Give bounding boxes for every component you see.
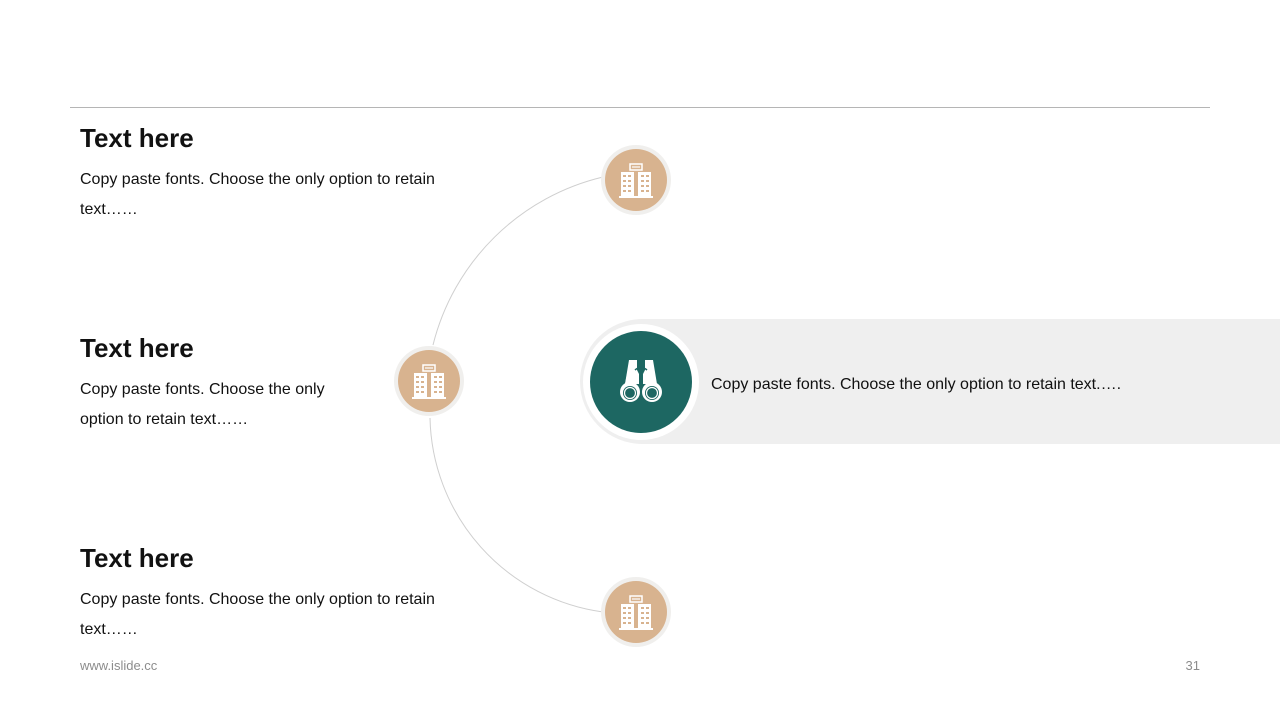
- highlight-text: Copy paste fonts. Choose the only option…: [711, 376, 1122, 393]
- block-body: Copy paste fonts. Choose the only option…: [80, 171, 435, 218]
- text-block-1: Text here Copy paste fonts. Choose the o…: [80, 123, 450, 224]
- step-badge-1[interactable]: [601, 145, 671, 215]
- page-number: 31: [1185, 658, 1200, 673]
- building-icon: [412, 364, 446, 399]
- block-body: Copy paste fonts. Choose the only option…: [80, 591, 435, 638]
- block-body: Copy paste fonts. Choose the only option…: [80, 381, 325, 428]
- footer-url[interactable]: www.islide.cc: [80, 658, 157, 673]
- step-badge-2[interactable]: [394, 346, 464, 416]
- highlight-badge[interactable]: [583, 324, 699, 440]
- building-icon: [619, 163, 653, 198]
- text-block-2: Text here Copy paste fonts. Choose the o…: [80, 333, 350, 434]
- step-badge-3[interactable]: [601, 577, 671, 647]
- building-icon: [619, 595, 653, 630]
- block-title: Text here: [80, 543, 194, 573]
- text-block-3: Text here Copy paste fonts. Choose the o…: [80, 543, 450, 644]
- block-title: Text here: [80, 123, 194, 153]
- block-title: Text here: [80, 333, 194, 363]
- binoculars-icon: [620, 360, 662, 402]
